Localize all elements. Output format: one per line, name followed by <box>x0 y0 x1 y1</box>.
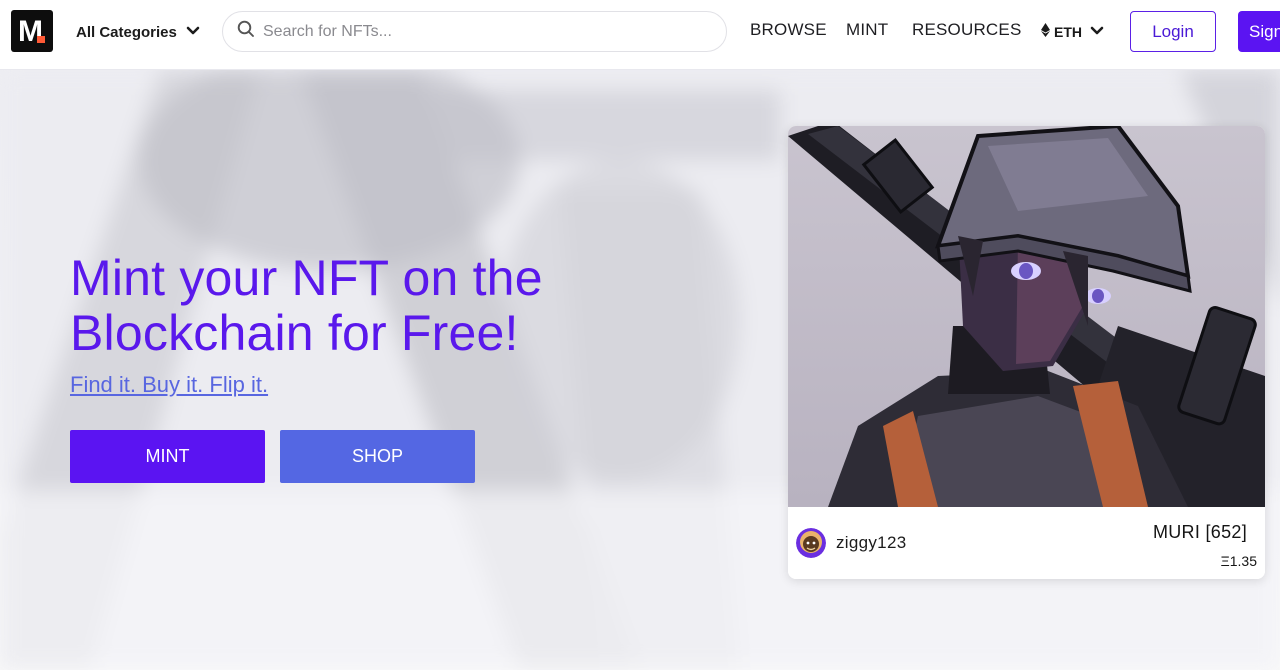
site-logo[interactable]: M <box>11 10 53 52</box>
category-dropdown[interactable]: All Categories <box>76 20 200 44</box>
login-button[interactable]: Login <box>1130 11 1216 52</box>
nft-title: MURI [652] <box>1152 522 1247 542</box>
hero-mint-button[interactable]: MINT <box>70 430 265 483</box>
nft-price: Ξ1.35 <box>1220 553 1257 569</box>
owner-avatar[interactable] <box>796 528 826 558</box>
nft-card-footer: ziggy123 MURI [652] Ξ1.35 <box>788 507 1265 579</box>
logo-accent <box>37 36 45 43</box>
nav-resources-link[interactable]: RESOURCES <box>912 20 1022 40</box>
nft-owner-username[interactable]: ziggy123 <box>836 533 906 553</box>
hero-shop-button[interactable]: SHOP <box>280 430 475 483</box>
currency-dropdown[interactable]: ETH <box>1041 20 1104 44</box>
currency-dropdown-value: ETH <box>1054 24 1082 40</box>
hero-tagline-link[interactable]: Find it. Buy it. Flip it. <box>70 372 268 398</box>
nav-mint-link[interactable]: MINT <box>846 20 888 40</box>
nav-browse-link[interactable]: BROWSE <box>750 20 827 40</box>
search-input[interactable] <box>263 12 726 51</box>
signup-button[interactable]: Sign <box>1238 11 1280 52</box>
top-navigation-bar: M All Categories BROWSE MINT RESOURCES E… <box>0 0 1280 70</box>
category-dropdown-value: All Categories <box>76 23 177 41</box>
chevron-down-icon <box>1090 23 1104 41</box>
hero-headline: Mint your NFT on the Blockchain for Free… <box>70 250 543 361</box>
search-bar[interactable] <box>222 11 727 52</box>
chevron-down-icon <box>186 23 200 41</box>
nft-artwork-image <box>788 126 1265 507</box>
featured-nft-card[interactable]: ziggy123 MURI [652] Ξ1.35 <box>788 126 1265 579</box>
search-icon <box>237 20 255 43</box>
ethereum-icon <box>1041 22 1050 42</box>
